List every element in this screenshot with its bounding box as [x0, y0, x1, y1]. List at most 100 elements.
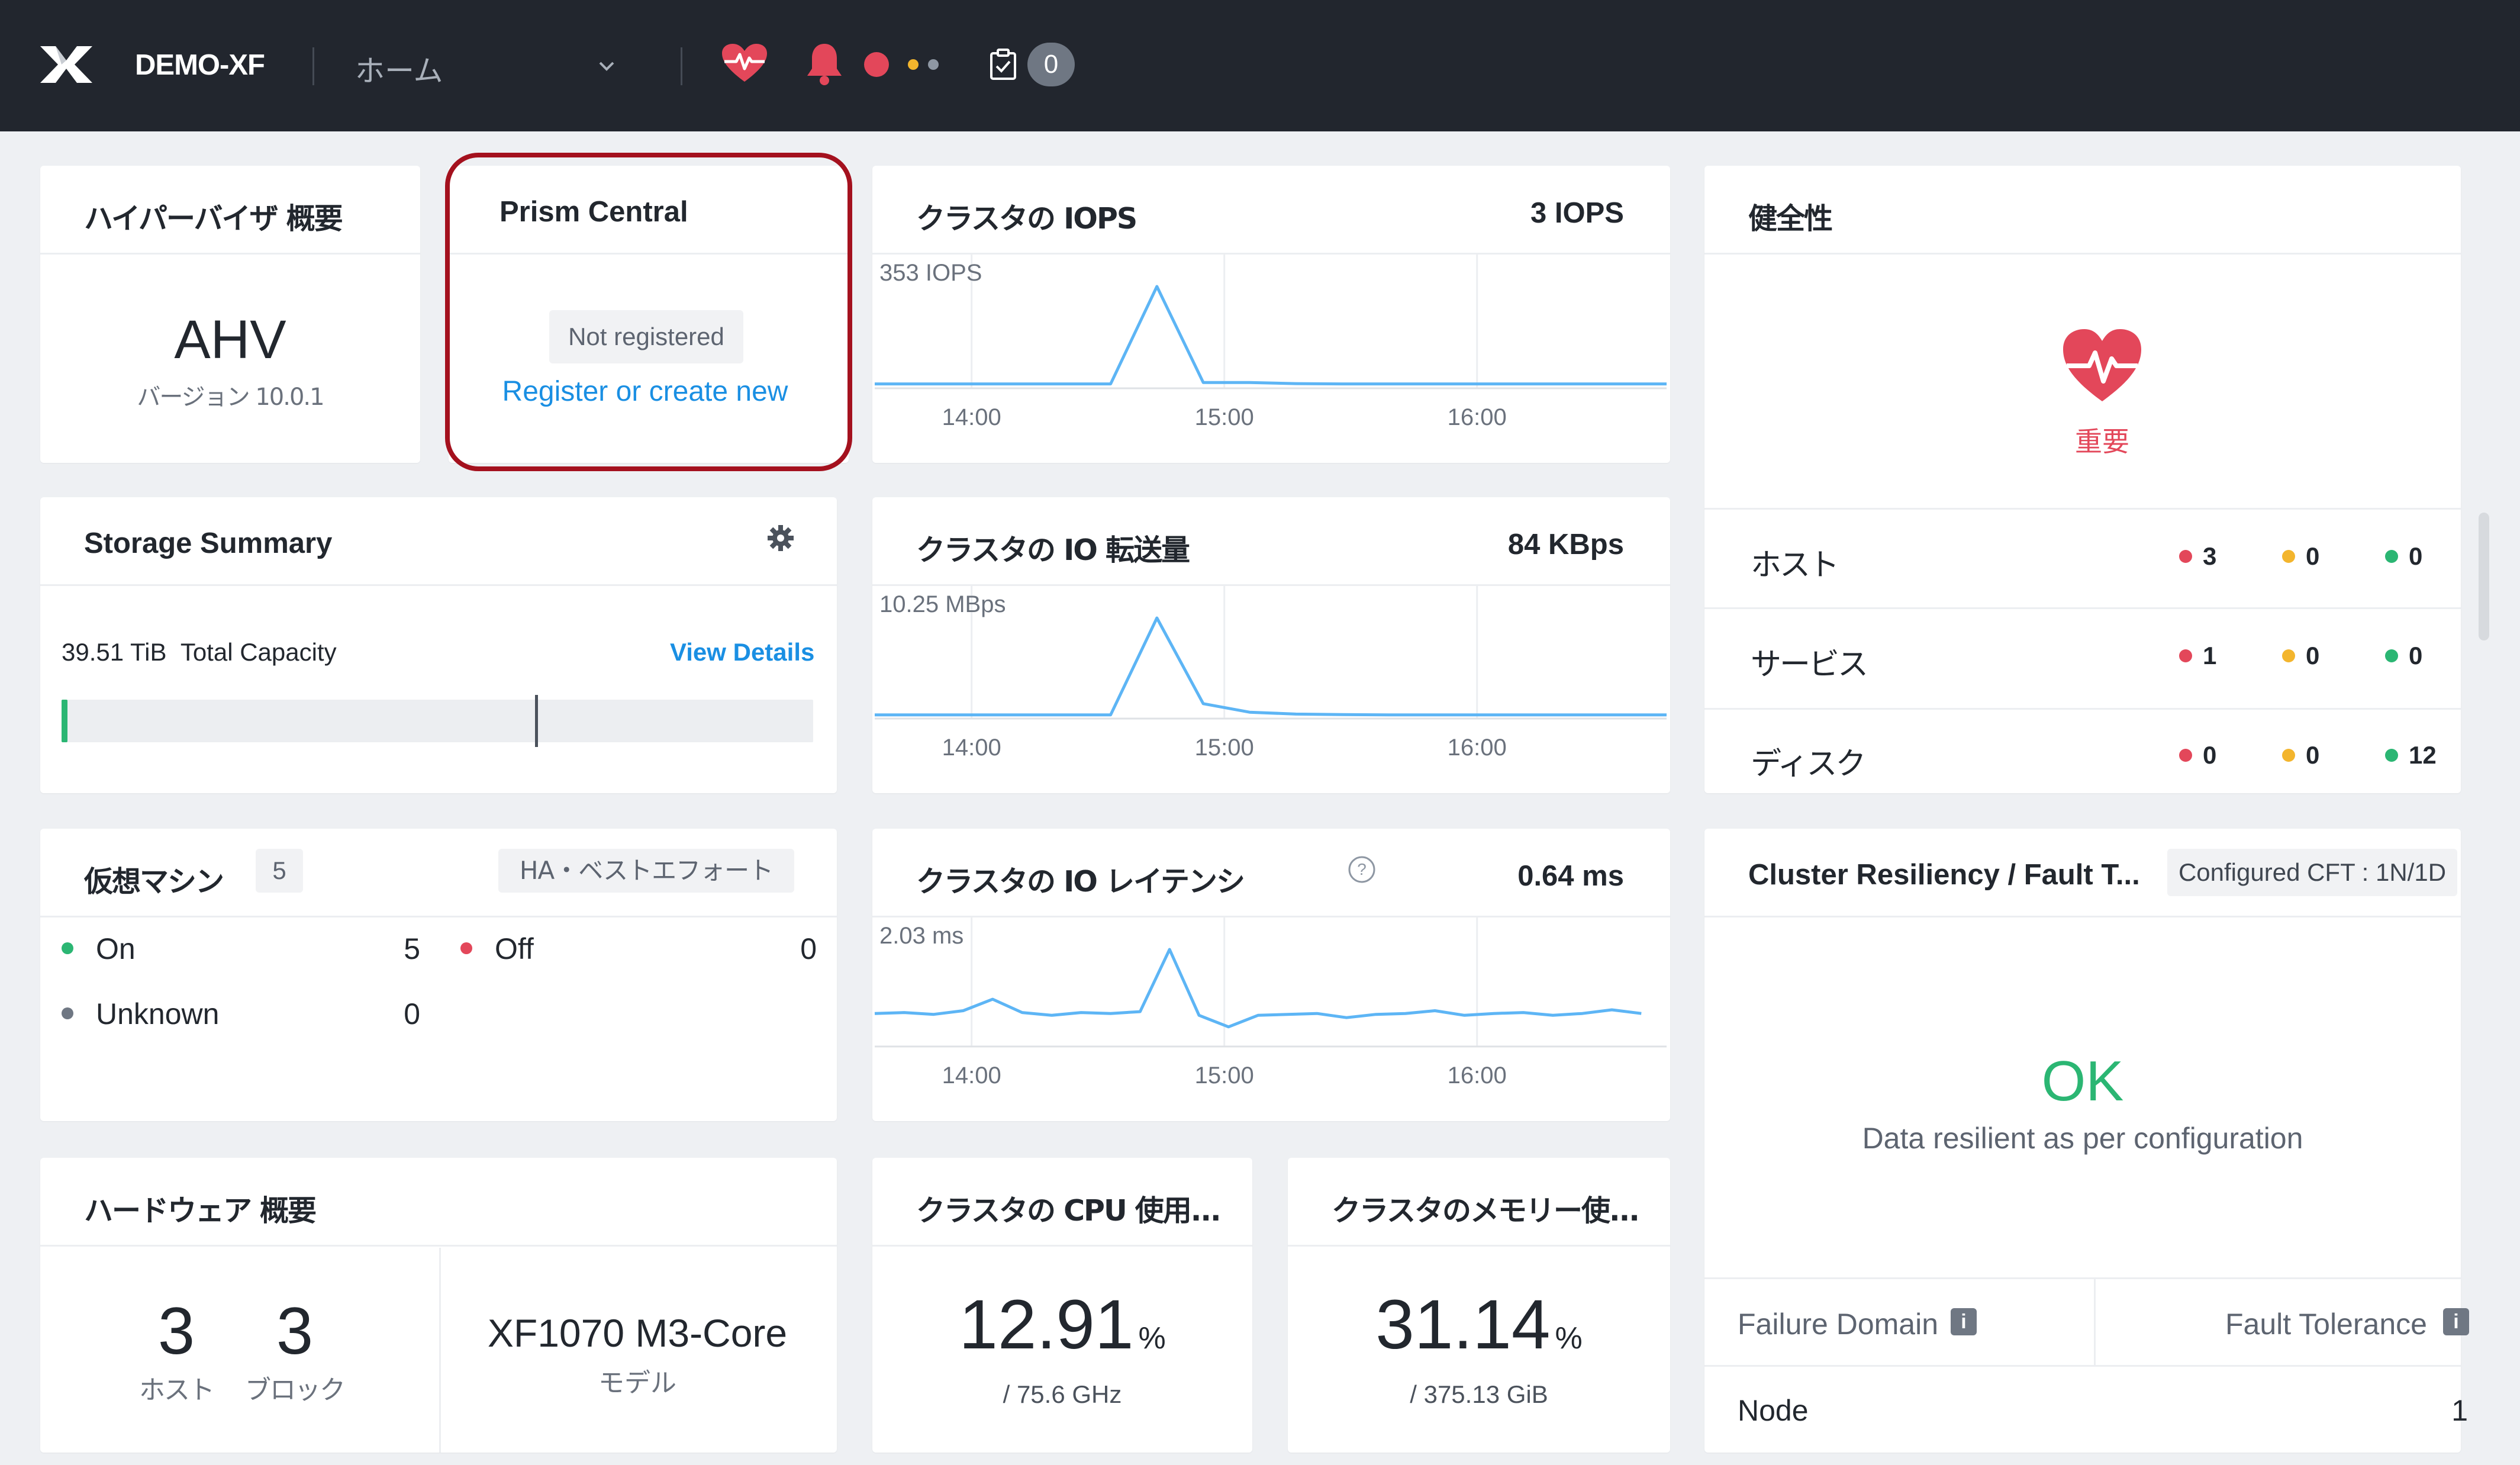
- divider: [1704, 607, 2461, 609]
- info-icon[interactable]: i: [1951, 1308, 1977, 1335]
- io-bandwidth-line-chart[interactable]: 14:00 15:00 16:00 10.25 MBps: [872, 586, 1670, 793]
- card-header: クラスタの IO レイテンシ 0.64 ms: [872, 829, 1670, 917]
- svg-text:?: ?: [1357, 860, 1367, 878]
- status-dot-on: [62, 942, 73, 954]
- iops-line-chart[interactable]: 14:00 15:00 16:00 353 IOPS: [872, 255, 1670, 463]
- health-warning-dot: [2282, 749, 2295, 762]
- total-capacity: 39.51 TiB Total Capacity: [62, 638, 337, 667]
- status-dot-off: [460, 942, 472, 954]
- x-tick-label: 16:00: [1448, 735, 1507, 761]
- cpu-usage-unit: %: [1138, 1321, 1166, 1355]
- health-good-count[interactable]: 0: [2409, 642, 2422, 670]
- gear-icon[interactable]: [766, 523, 795, 553]
- failure-domain-value: Node: [1738, 1394, 1809, 1427]
- info-alert-dot[interactable]: [928, 59, 939, 70]
- cpu-usage-number: 12.91: [959, 1286, 1134, 1364]
- bell-icon[interactable]: [804, 41, 845, 86]
- health-critical-count[interactable]: 0: [2203, 741, 2216, 769]
- health-good-dot: [2385, 550, 2398, 563]
- cluster-name[interactable]: DEMO-XF: [135, 49, 265, 82]
- current-iops-value: 3 IOPS: [1530, 197, 1624, 229]
- failure-domain-header: Failure Domain: [1738, 1308, 1939, 1341]
- cpu-usage-card: クラスタの CPU 使用... 12.91% / 75.6 GHz: [872, 1158, 1252, 1453]
- io-latency-line-chart[interactable]: 14:00 15:00 16:00 2.03 ms: [872, 917, 1670, 1121]
- current-bandwidth-value: 84 KBps: [1507, 529, 1624, 561]
- health-warning-count[interactable]: 0: [2306, 542, 2319, 571]
- health-good-count[interactable]: 12: [2409, 741, 2437, 769]
- hypervisor-version: バージョン 10.0.1: [137, 384, 324, 411]
- vm-count-badge: 5: [256, 849, 303, 893]
- ha-status-badge: HA・ベストエフォート: [498, 849, 794, 893]
- health-heart-icon: [2063, 329, 2141, 401]
- x-tick-label: 14:00: [942, 404, 1001, 430]
- x-logo-icon[interactable]: [38, 44, 95, 85]
- card-title: クラスタの IO レイテンシ: [916, 865, 1245, 899]
- health-critical-dot: [2179, 749, 2192, 762]
- health-warning-count[interactable]: 0: [2306, 642, 2319, 670]
- series-line[interactable]: [874, 948, 1642, 1029]
- x-tick-label: 16:00: [1448, 1062, 1507, 1089]
- hardware-model: XF1070 M3-Core: [487, 1311, 788, 1355]
- health-critical-dot: [2179, 649, 2192, 662]
- series-line[interactable]: [875, 616, 1667, 717]
- health-warning-count[interactable]: 0: [2306, 741, 2319, 769]
- health-row-label[interactable]: ディスク: [1751, 739, 1866, 783]
- health-warning-dot: [2282, 550, 2295, 563]
- top-bar: DEMO-XF ホーム 0: [0, 0, 2520, 131]
- memory-usage-value: 31.14%: [1288, 1284, 1670, 1365]
- configured-cft-badge: Configured CFT : 1N/1D: [2167, 849, 2457, 896]
- health-card: 健全性: [1704, 166, 2461, 793]
- hypervisor-name: AHV: [174, 310, 286, 370]
- critical-alert-dot[interactable]: [864, 52, 889, 77]
- card-header: クラスタの IO 転送量 84 KBps: [872, 497, 1670, 586]
- peak-value-label: 10.25 MBps: [879, 591, 1006, 617]
- card-title: 仮想マシン: [84, 865, 224, 899]
- fault-tolerance-value: 1: [2451, 1394, 2468, 1427]
- fault-tolerance-header: Fault Tolerance: [2225, 1308, 2427, 1341]
- vm-off-label: Off: [495, 932, 534, 965]
- capacity-used-fill: [62, 700, 67, 742]
- card-title: ハイパーバイザ 概要: [84, 202, 343, 236]
- warning-alert-dot[interactable]: [908, 59, 919, 70]
- peak-value-label: 353 IOPS: [879, 260, 982, 286]
- health-heart-icon[interactable]: [721, 43, 768, 84]
- health-good-count[interactable]: 0: [2409, 542, 2422, 571]
- card-header: Storage Summary: [40, 497, 837, 586]
- resiliency-description: Data resilient as per configuration: [1862, 1122, 2303, 1155]
- divider: [1704, 708, 2461, 710]
- chevron-down-icon[interactable]: [598, 60, 616, 72]
- task-count-badge[interactable]: 0: [1027, 43, 1075, 86]
- view-details-link[interactable]: View Details: [670, 638, 814, 667]
- vm-off-count: 0: [800, 932, 817, 965]
- divider: [2094, 1277, 2096, 1366]
- cpu-total: / 75.6 GHz: [1003, 1380, 1122, 1408]
- tasks-icon[interactable]: [990, 49, 1017, 81]
- resiliency-status: OK: [2041, 1049, 2124, 1113]
- capacity-bar: [62, 695, 813, 747]
- health-warning-dot: [2282, 649, 2295, 662]
- help-icon[interactable]: ?: [1347, 855, 1377, 884]
- health-critical-dot: [2179, 550, 2192, 563]
- x-tick-label: 15:00: [1195, 1062, 1254, 1089]
- highlight-annotation: [445, 153, 852, 471]
- health-good-dot: [2385, 749, 2398, 762]
- capacity-threshold-marker: [535, 695, 539, 747]
- health-row-label[interactable]: サービス: [1751, 639, 1868, 684]
- divider: [1704, 1277, 2461, 1279]
- card-title: 健全性: [1748, 202, 1833, 236]
- scrollbar[interactable]: [2479, 513, 2489, 640]
- info-icon[interactable]: i: [2443, 1308, 2469, 1335]
- nav-select[interactable]: ホーム: [355, 47, 443, 90]
- health-row-label[interactable]: ホスト: [1751, 540, 1839, 584]
- x-tick-label: 14:00: [942, 1062, 1001, 1089]
- io-bandwidth-chart-card: クラスタの IO 転送量 84 KBps 14:00 15:00 16:00 10.2…: [872, 497, 1670, 793]
- io-latency-chart-card: クラスタの IO レイテンシ 0.64 ms 14:00 15:00 16:00 2.…: [872, 829, 1670, 1121]
- series-line[interactable]: [875, 285, 1667, 386]
- health-critical-count[interactable]: 1: [2203, 642, 2216, 670]
- capacity-value: 39.51 TiB: [62, 638, 167, 666]
- health-critical-count[interactable]: 3: [2203, 542, 2216, 571]
- card-header: クラスタの IOPS 3 IOPS: [872, 166, 1670, 255]
- memory-usage-card: クラスタのメモリー使... 31.14% / 375.13 GiB: [1288, 1158, 1670, 1453]
- card-header: ハードウェア 概要: [40, 1158, 837, 1247]
- card-title: Storage Summary: [84, 527, 333, 559]
